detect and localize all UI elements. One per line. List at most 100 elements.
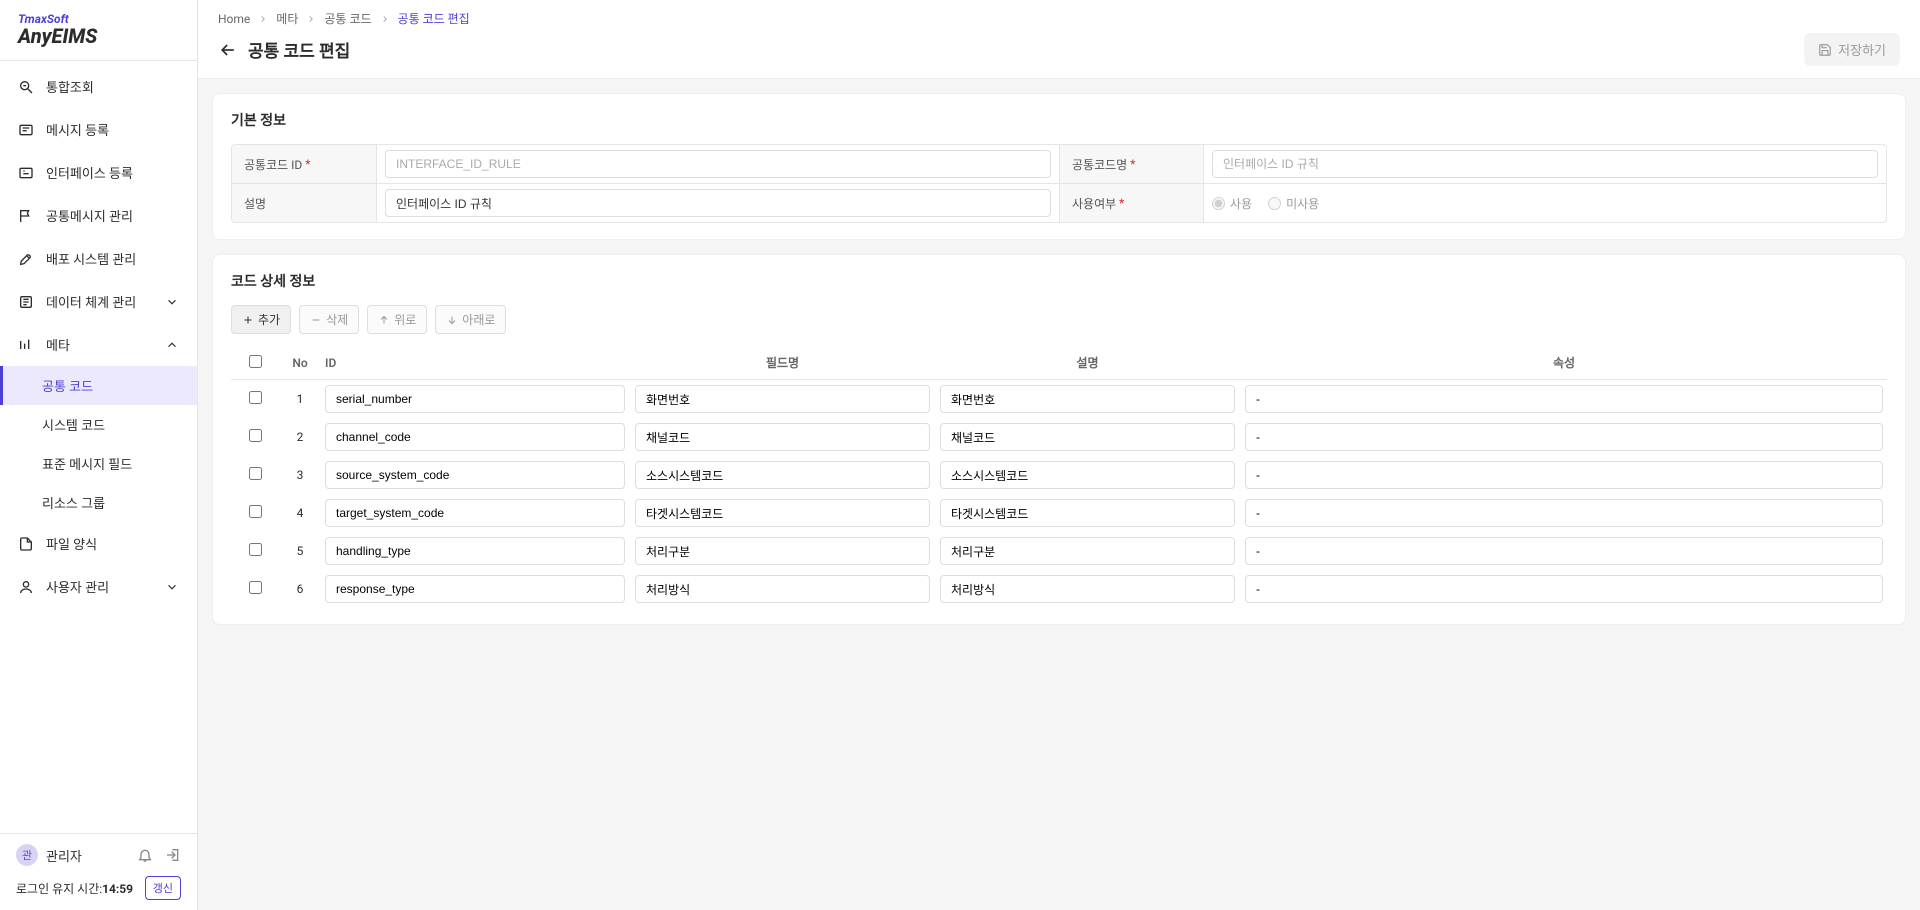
layers-icon — [18, 294, 34, 310]
chevron-right-icon — [306, 14, 316, 24]
row-field-input[interactable] — [635, 537, 930, 565]
bell-icon[interactable] — [137, 847, 153, 863]
nav-label: 메타 — [46, 335, 70, 354]
add-button[interactable]: 추가 — [231, 305, 291, 334]
row-checkbox[interactable] — [249, 543, 262, 556]
row-checkbox[interactable] — [249, 581, 262, 594]
avatar[interactable]: 관 — [16, 844, 38, 866]
nav-item-meta[interactable]: 메타 — [0, 323, 197, 366]
up-button[interactable]: 위로 — [367, 305, 427, 334]
chevron-right-icon — [258, 14, 268, 24]
file-icon — [18, 536, 34, 552]
row-desc-input[interactable] — [940, 575, 1235, 603]
nav-label: 사용자 관리 — [46, 577, 109, 596]
row-attr-input[interactable] — [1245, 537, 1883, 565]
table-row: 4 — [231, 494, 1887, 532]
chevron-down-icon — [165, 580, 179, 594]
nav-label: 메시지 등록 — [46, 120, 109, 139]
sidebar-footer: 관 관리자 로그인 유지 시간:14:59 갱신 — [0, 833, 197, 910]
nav-label: 인터페이스 등록 — [46, 163, 133, 182]
row-desc-input[interactable] — [940, 423, 1235, 451]
col-attr: 속성 — [1245, 354, 1883, 371]
interface-icon — [18, 165, 34, 181]
row-no: 6 — [275, 582, 325, 596]
nav-item-user[interactable]: 사용자 관리 — [0, 565, 197, 608]
row-field-input[interactable] — [635, 385, 930, 413]
crumb-home[interactable]: Home — [218, 12, 250, 26]
nav-item-deploy[interactable]: 배포 시스템 관리 — [0, 237, 197, 280]
row-attr-input[interactable] — [1245, 385, 1883, 413]
row-checkbox[interactable] — [249, 467, 262, 480]
row-id-input[interactable] — [325, 461, 625, 489]
chevron-up-icon — [165, 338, 179, 352]
nav-item-data-system[interactable]: 데이터 체계 관리 — [0, 280, 197, 323]
crumb-meta[interactable]: 메타 — [276, 10, 298, 27]
row-no: 4 — [275, 506, 325, 520]
input-common-code-name[interactable] — [1212, 150, 1878, 178]
down-button[interactable]: 아래로 — [435, 305, 506, 334]
row-desc-input[interactable] — [940, 385, 1235, 413]
radio-use-yes[interactable]: 사용 — [1212, 195, 1252, 212]
nav-sub-system-code[interactable]: 시스템 코드 — [0, 405, 197, 444]
sidebar: TmaxSoft AnyEIMS 통합조회 메시지 등록 인터페이스 등록 공통… — [0, 0, 198, 910]
logo[interactable]: TmaxSoft AnyEIMS — [0, 0, 197, 61]
nav-sub-std-message-field[interactable]: 표준 메시지 필드 — [0, 444, 197, 483]
page-title: 공통 코드 편집 — [248, 37, 350, 62]
table-row: 6 — [231, 570, 1887, 608]
topbar: Home 메타 공통 코드 공통 코드 편집 공통 코드 편집 저장하기 — [198, 0, 1920, 79]
session-label: 로그인 유지 시간: — [16, 882, 102, 896]
col-no: No — [275, 356, 325, 370]
nav-item-message[interactable]: 메시지 등록 — [0, 108, 197, 151]
back-icon[interactable] — [218, 40, 238, 60]
label-desc: 설명 — [232, 184, 377, 222]
row-attr-input[interactable] — [1245, 423, 1883, 451]
breadcrumb: Home 메타 공통 코드 공통 코드 편집 — [218, 10, 1900, 27]
row-desc-input[interactable] — [940, 461, 1235, 489]
row-id-input[interactable] — [325, 423, 625, 451]
row-id-input[interactable] — [325, 575, 625, 603]
basic-info-card: 기본 정보 공통코드 ID* 공통코드명* 설명 사용여부* 사용 — [212, 93, 1906, 240]
table-row: 2 — [231, 418, 1887, 456]
input-desc[interactable] — [385, 189, 1051, 217]
refresh-button[interactable]: 갱신 — [145, 876, 181, 900]
row-checkbox[interactable] — [249, 505, 262, 518]
row-desc-input[interactable] — [940, 499, 1235, 527]
checkbox-all[interactable] — [249, 355, 262, 368]
row-field-input[interactable] — [635, 461, 930, 489]
row-attr-input[interactable] — [1245, 499, 1883, 527]
logout-icon[interactable] — [165, 847, 181, 863]
nav-item-common-message[interactable]: 공통메시지 관리 — [0, 194, 197, 237]
input-common-code-id[interactable] — [385, 150, 1051, 178]
nav-sub-resource-group[interactable]: 리소스 그룹 — [0, 483, 197, 522]
nav: 통합조회 메시지 등록 인터페이스 등록 공통메시지 관리 배포 시스템 관리 … — [0, 61, 197, 833]
row-checkbox[interactable] — [249, 429, 262, 442]
row-checkbox[interactable] — [249, 391, 262, 404]
row-desc-input[interactable] — [940, 537, 1235, 565]
nav-item-search[interactable]: 통합조회 — [0, 65, 197, 108]
nav-item-interface[interactable]: 인터페이스 등록 — [0, 151, 197, 194]
row-field-input[interactable] — [635, 575, 930, 603]
row-attr-input[interactable] — [1245, 461, 1883, 489]
table-row: 5 — [231, 532, 1887, 570]
row-id-input[interactable] — [325, 385, 625, 413]
row-id-input[interactable] — [325, 537, 625, 565]
detail-info-card: 코드 상세 정보 추가 삭제 위로 아래로 No ID 필드명 설명 속성 — [212, 254, 1906, 625]
save-label: 저장하기 — [1838, 40, 1886, 59]
nav-item-file-format[interactable]: 파일 양식 — [0, 522, 197, 565]
row-field-input[interactable] — [635, 499, 930, 527]
nav-sub-common-code[interactable]: 공통 코드 — [0, 366, 197, 405]
row-field-input[interactable] — [635, 423, 930, 451]
nav-label: 파일 양식 — [46, 534, 97, 553]
delete-button[interactable]: 삭제 — [299, 305, 359, 334]
chevron-down-icon — [165, 295, 179, 309]
crumb-common[interactable]: 공통 코드 — [324, 10, 371, 27]
save-button[interactable]: 저장하기 — [1804, 33, 1900, 66]
message-icon — [18, 122, 34, 138]
search-icon — [18, 79, 34, 95]
radio-use-no[interactable]: 미사용 — [1268, 195, 1319, 212]
detail-info-title: 코드 상세 정보 — [231, 271, 1887, 291]
row-attr-input[interactable] — [1245, 575, 1883, 603]
session-time: 14:59 — [102, 882, 133, 896]
row-id-input[interactable] — [325, 499, 625, 527]
label-common-code-id: 공통코드 ID* — [232, 145, 377, 183]
